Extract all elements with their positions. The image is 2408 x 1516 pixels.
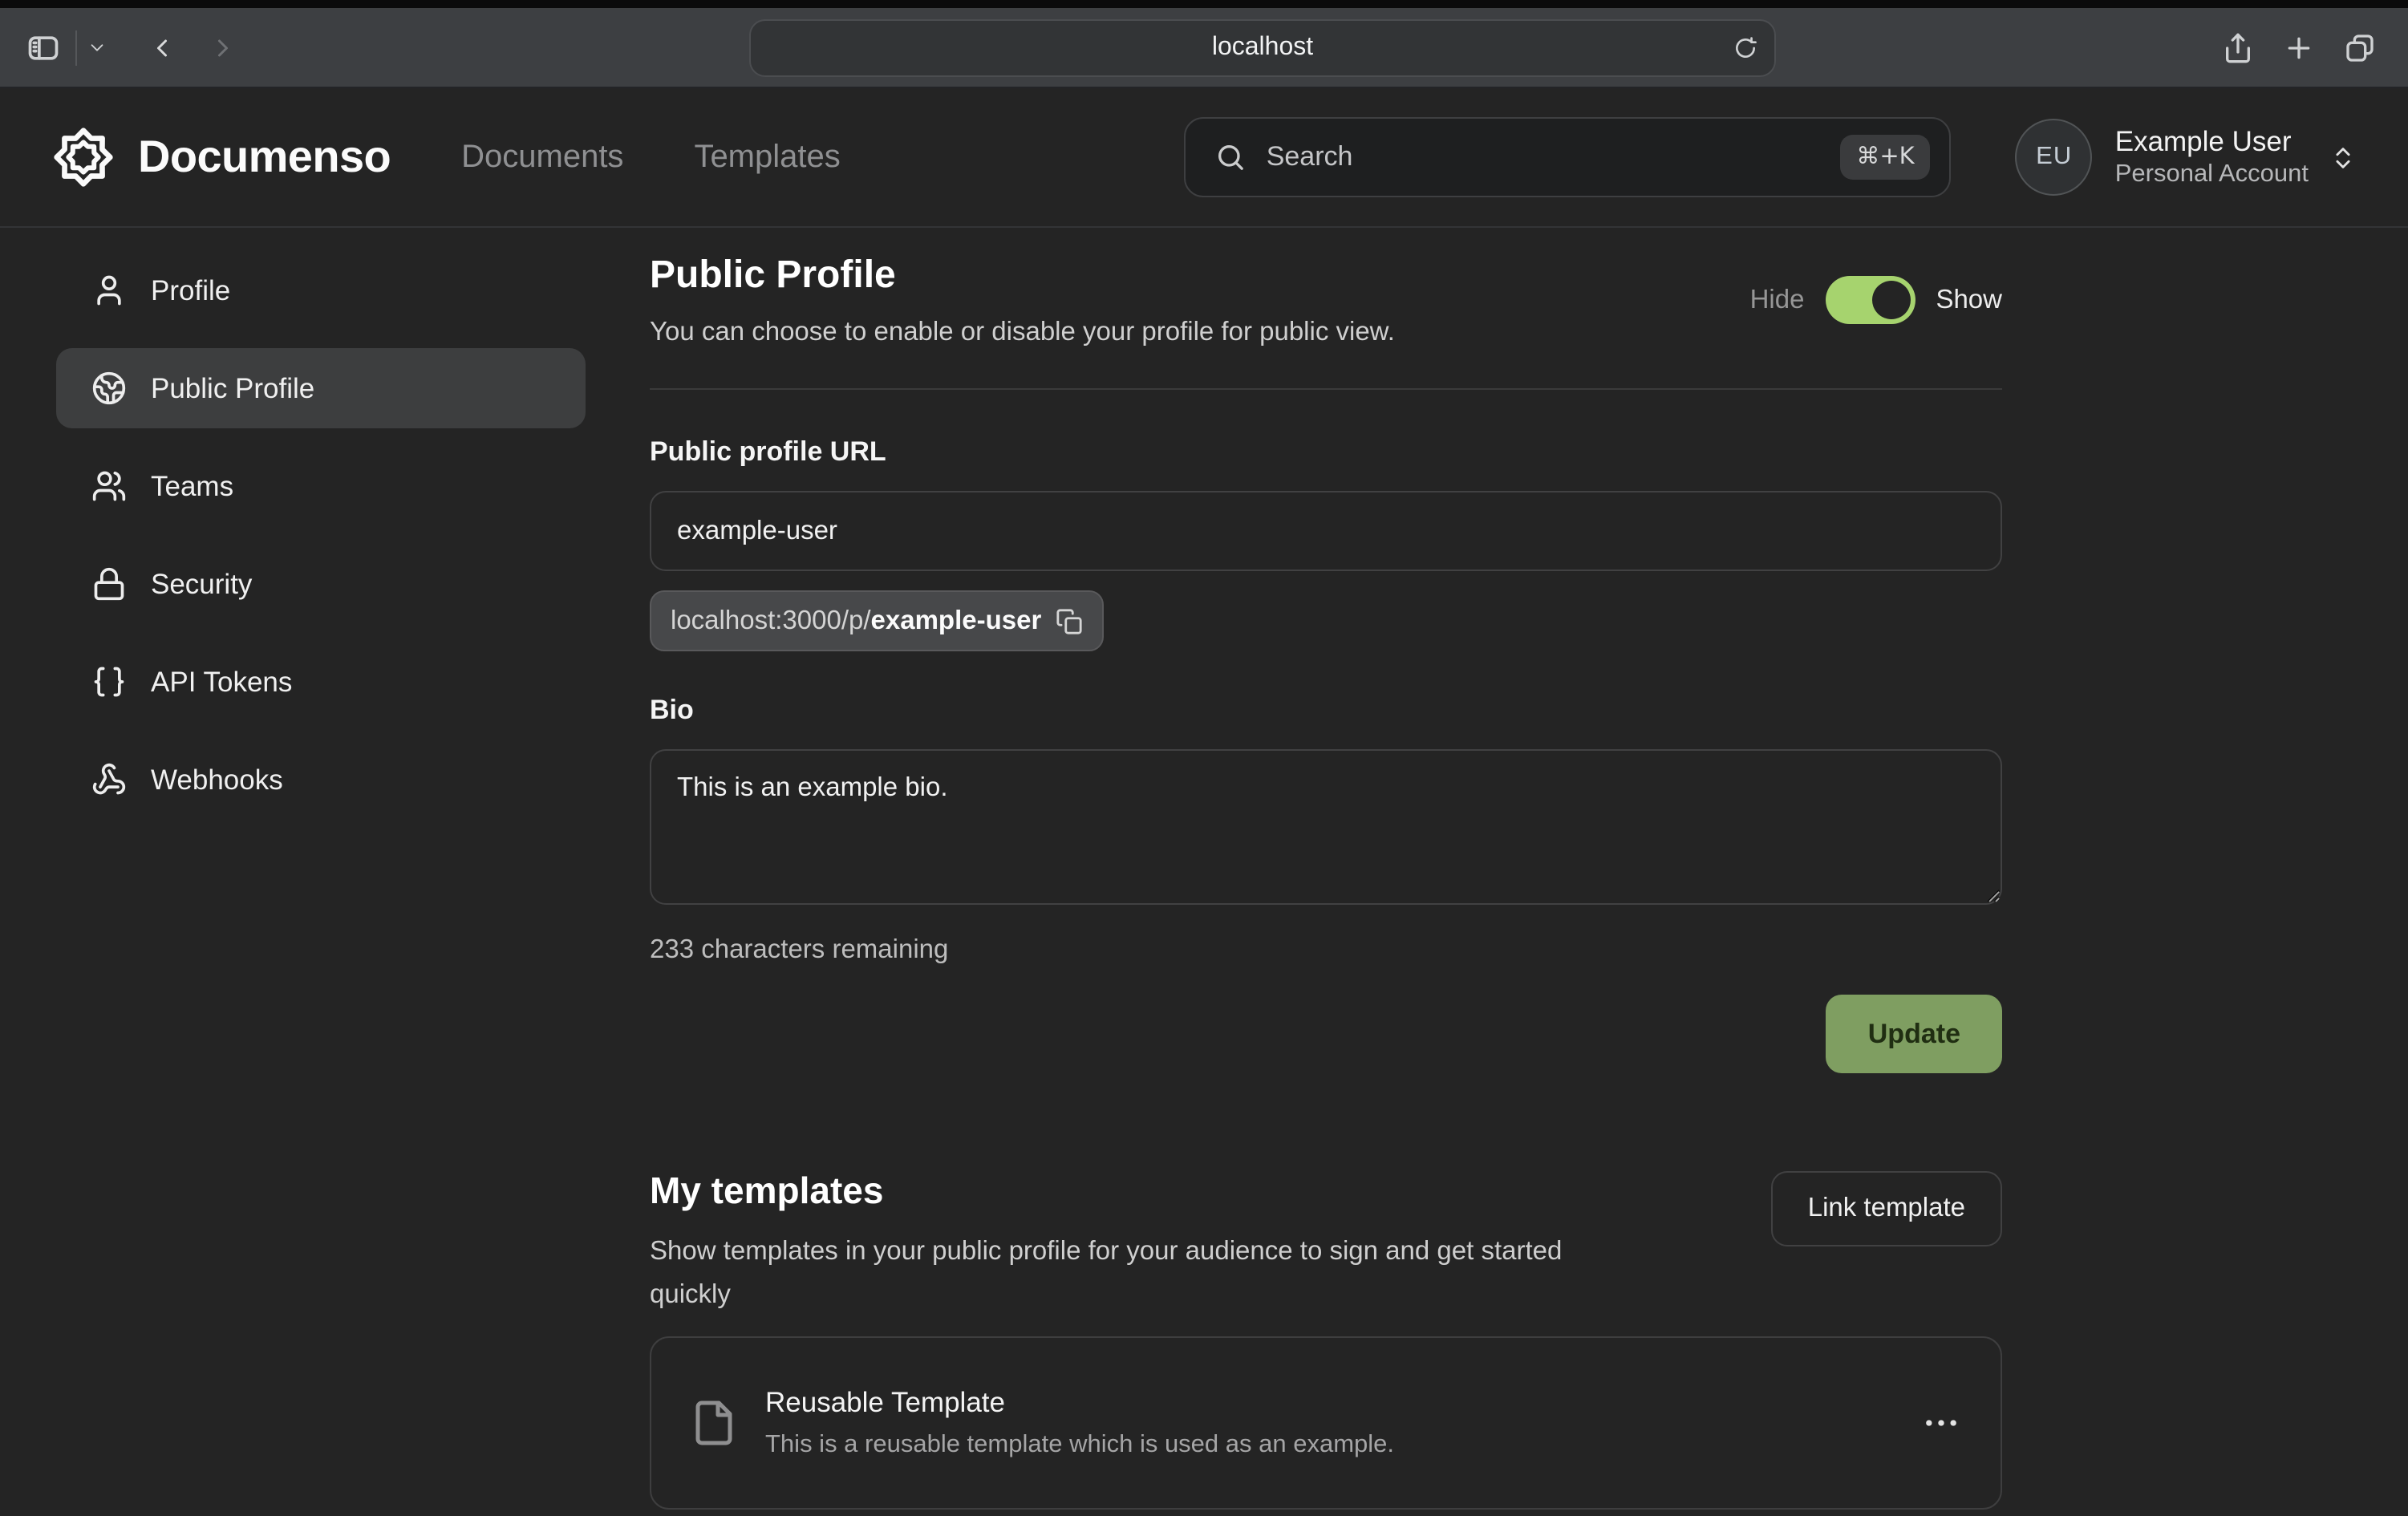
search-shortcut-badge: ⌘+K [1840, 135, 1930, 180]
app-header: Documenso Documents Templates Search ⌘+K… [0, 88, 2408, 228]
my-templates-head-text: My templates Show templates in your publ… [650, 1166, 1628, 1317]
window-top-edge [0, 0, 2408, 8]
visibility-toggle-group: Hide Show [1750, 276, 2002, 324]
webhook-icon [91, 762, 127, 797]
copy-icon[interactable] [1056, 607, 1083, 634]
update-row: Update [650, 995, 2002, 1073]
bio-label: Bio [650, 693, 2002, 728]
sidebar-item-profile[interactable]: Profile [56, 250, 586, 330]
link-template-button[interactable]: Link template [1771, 1171, 2002, 1246]
account-text: Example User Personal Account [2115, 124, 2309, 191]
brand-name: Documenso [138, 132, 391, 183]
settings-sidebar: Profile Public Profile [56, 250, 586, 1510]
show-label: Show [1936, 285, 2002, 315]
reload-icon[interactable] [1733, 34, 1758, 60]
sidebar-item-label: Teams [151, 469, 233, 503]
lock-icon [91, 566, 127, 602]
sidebar-item-label: Security [151, 567, 252, 601]
toggle-knob [1871, 281, 1910, 319]
sidebar-item-label: Webhooks [151, 763, 283, 797]
sidebar-menu-chevron-down-icon[interactable] [88, 39, 106, 56]
public-url-pill[interactable]: localhost:3000/p/example-user [650, 590, 1104, 651]
public-url-prefix: localhost:3000/p/ [671, 606, 871, 634]
page-head-text: Public Profile You can choose to enable … [650, 250, 1395, 350]
top-nav: Documents Templates [461, 139, 841, 176]
account-name: Example User [2115, 124, 2309, 159]
browser-forward-icon[interactable] [209, 33, 237, 62]
my-templates-section: My templates Show templates in your publ… [650, 1166, 2002, 1510]
settings-content: Public Profile You can choose to enable … [650, 250, 2002, 1510]
sidebar-item-label: API Tokens [151, 665, 292, 699]
template-description: This is a reusable template which is use… [765, 1429, 1394, 1461]
public-url-slug: example-user [871, 606, 1042, 634]
documenso-rosette-icon [51, 125, 116, 189]
documenso-logo[interactable]: Documenso [51, 125, 391, 189]
profile-url-input[interactable] [650, 491, 2002, 571]
template-info: Reusable Template This is a reusable tem… [765, 1384, 1394, 1461]
avatar: EU [2016, 119, 2093, 196]
my-templates-description: Show templates in your public profile fo… [650, 1230, 1628, 1317]
new-tab-plus-icon[interactable] [2283, 31, 2315, 63]
template-list-item: Reusable Template This is a reusable tem… [650, 1336, 2002, 1510]
search-icon [1215, 141, 1247, 173]
braces-icon [91, 664, 127, 699]
visibility-toggle[interactable] [1825, 276, 1915, 324]
browser-back-icon[interactable] [148, 33, 176, 62]
characters-remaining: 233 characters remaining [650, 935, 2002, 966]
tab-overview-icon[interactable] [2344, 31, 2376, 63]
sidebar-toggle-icon[interactable] [26, 30, 61, 65]
account-menu[interactable]: EU Example User Personal Account [2016, 119, 2357, 196]
browser-toolbar: localhost [0, 8, 2408, 88]
template-name: Reusable Template [765, 1384, 1394, 1421]
bio-textarea[interactable]: This is an example bio. [650, 749, 2002, 905]
user-icon [91, 273, 127, 308]
ellipsis-menu-icon[interactable] [1920, 1402, 1962, 1444]
section-divider [650, 388, 2002, 390]
sidebar-item-security[interactable]: Security [56, 544, 586, 624]
file-icon [690, 1399, 738, 1447]
nav-templates[interactable]: Templates [694, 139, 840, 176]
my-templates-title: My templates [650, 1166, 1628, 1214]
toolbar-divider [75, 30, 77, 65]
profile-url-label: Public profile URL [650, 435, 2002, 470]
screen: localhost [0, 0, 2408, 1516]
sidebar-item-webhooks[interactable]: Webhooks [56, 740, 586, 820]
globe-icon [91, 371, 127, 406]
page-head: Public Profile You can choose to enable … [650, 250, 2002, 350]
chevrons-up-down-icon [2329, 144, 2357, 171]
address-bar-url: localhost [1212, 33, 1313, 62]
settings-layout: Profile Public Profile [0, 228, 2408, 1510]
page-title: Public Profile [650, 250, 1395, 302]
sidebar-item-teams[interactable]: Teams [56, 446, 586, 526]
users-icon [91, 468, 127, 504]
sidebar-item-label: Profile [151, 274, 230, 307]
sidebar-item-public-profile[interactable]: Public Profile [56, 348, 586, 428]
share-icon[interactable] [2222, 31, 2254, 63]
search-input[interactable]: Search ⌘+K [1185, 117, 1952, 197]
public-url-text: localhost:3000/p/example-user [671, 606, 1041, 636]
address-bar[interactable]: localhost [749, 18, 1776, 76]
search-placeholder: Search [1267, 141, 1353, 173]
page-subtitle: You can choose to enable or disable your… [650, 316, 1395, 350]
sidebar-item-label: Public Profile [151, 371, 314, 405]
hide-label: Hide [1750, 285, 1805, 315]
my-templates-head: My templates Show templates in your publ… [650, 1166, 2002, 1317]
nav-documents[interactable]: Documents [461, 139, 623, 176]
sidebar-item-api-tokens[interactable]: API Tokens [56, 642, 586, 722]
account-type: Personal Account [2115, 159, 2309, 191]
update-button[interactable]: Update [1826, 995, 2002, 1073]
